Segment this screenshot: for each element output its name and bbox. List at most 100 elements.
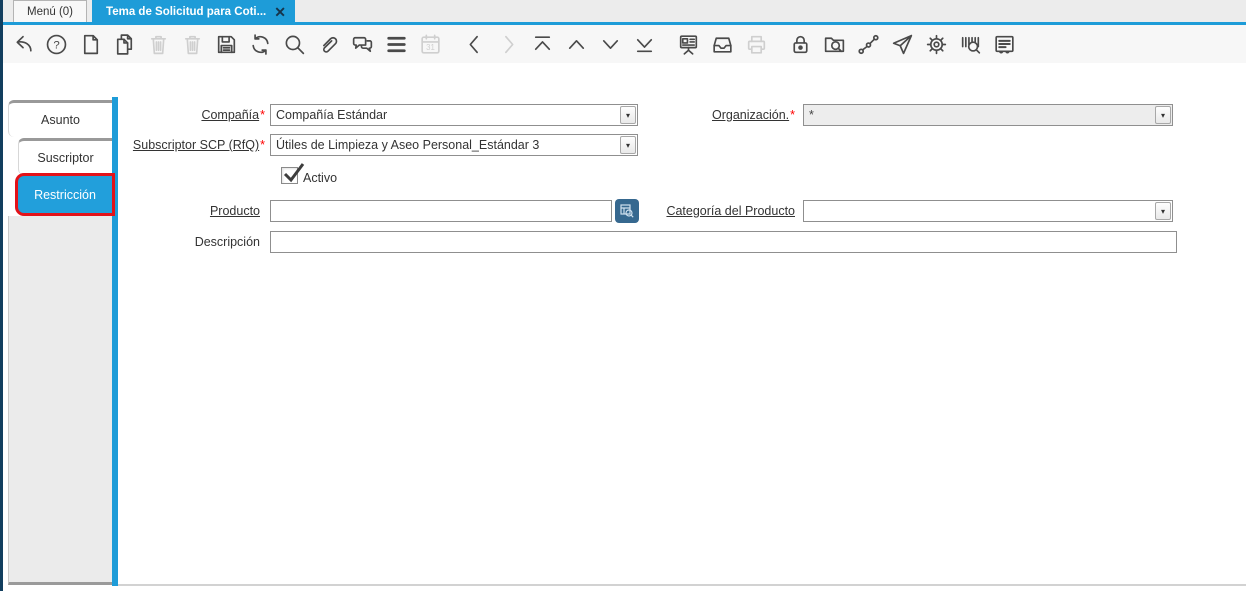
subscriptor-dropdown-arrow-icon[interactable]: ▾ — [620, 136, 636, 154]
refresh-icon — [252, 33, 269, 55]
tab-menu-label: Menú (0) — [27, 5, 74, 18]
delete-selection-icon — [184, 35, 201, 54]
compania-combobox[interactable]: Compañía Estándar ▾ — [270, 104, 638, 126]
svg-text:31: 31 — [426, 43, 435, 52]
attachment-button[interactable] — [316, 32, 341, 57]
grid-toggle-button[interactable] — [384, 32, 409, 57]
print-icon — [747, 35, 766, 54]
delete-selection-button — [180, 32, 205, 57]
previous-button[interactable] — [462, 32, 487, 57]
tab-tema-solicitud-label: Tema de Solicitud para Coti... — [106, 5, 267, 18]
report-button[interactable] — [676, 32, 701, 57]
detail-tab-label: Restricción — [34, 187, 96, 202]
save-icon — [217, 35, 236, 53]
zoom-across-icon — [824, 36, 845, 52]
product-info-button[interactable] — [958, 32, 983, 57]
organizacion-label: Organización.* — [712, 108, 795, 122]
detail-tab-label: Suscriptor — [37, 151, 94, 165]
calendar-button: 31 — [418, 32, 443, 57]
producto-label: Producto — [209, 204, 260, 218]
delete-record-button — [146, 32, 171, 57]
subscriptor-value: Útiles de Limpieza y Aseo Personal_Están… — [276, 138, 540, 152]
up-record-button[interactable] — [564, 32, 589, 57]
next-icon — [505, 35, 514, 53]
find-button[interactable] — [282, 32, 307, 57]
previous-icon — [469, 35, 478, 53]
find-icon — [285, 35, 305, 54]
categoria-combobox[interactable]: ▾ — [803, 200, 1173, 222]
new-record-icon — [83, 34, 99, 54]
last-record-button[interactable] — [632, 32, 657, 57]
compania-value: Compañía Estándar — [276, 108, 388, 122]
workflow-icon — [858, 34, 879, 54]
detail-tab-suscriptor[interactable]: Suscriptor — [18, 138, 112, 175]
undo-button[interactable] — [10, 32, 35, 57]
last-record-icon — [636, 38, 653, 52]
archive-icon — [713, 36, 732, 53]
down-record-button[interactable] — [598, 32, 623, 57]
producto-record-search-button[interactable] — [615, 199, 639, 223]
tab-panel-divider — [112, 97, 118, 586]
grid-toggle-icon — [387, 36, 406, 52]
detail-tab-restriccion[interactable]: Restricción — [18, 176, 112, 213]
workflow-button[interactable] — [856, 32, 881, 57]
note-icon — [995, 35, 1014, 53]
product-info-icon — [961, 36, 981, 54]
refresh-button[interactable] — [248, 32, 273, 57]
zoom-across-button[interactable] — [822, 32, 847, 57]
tab-menu[interactable]: Menú (0) — [13, 0, 88, 22]
chat-button[interactable] — [350, 32, 375, 57]
compania-label: Compañía* — [201, 108, 265, 122]
categoria-value — [804, 201, 1154, 221]
detail-tab-panel-body — [8, 216, 112, 585]
subscriptor-combobox[interactable]: Útiles de Limpieza y Aseo Personal_Están… — [270, 134, 638, 156]
help-button[interactable]: ? — [44, 32, 69, 57]
lock-icon — [793, 35, 808, 53]
copy-record-icon — [116, 33, 133, 55]
lock-button[interactable] — [788, 32, 813, 57]
organizacion-value: * — [809, 108, 814, 122]
attachment-icon — [322, 36, 338, 53]
first-record-button[interactable] — [530, 32, 555, 57]
close-tab-icon[interactable]: ✕ — [274, 5, 286, 19]
send-icon — [892, 34, 913, 54]
window-left-edge — [0, 0, 3, 591]
next-button — [496, 32, 521, 57]
record-search-icon — [620, 204, 634, 218]
save-button[interactable] — [214, 32, 239, 57]
content-bottom-divider — [118, 584, 1246, 586]
required-marker: * — [260, 138, 265, 152]
window-tab-bar: Menú (0) Tema de Solicitud para Coti... … — [0, 0, 1246, 25]
subscriptor-label: Subscriptor SCP (RfQ)* — [132, 138, 265, 152]
activo-checkbox[interactable] — [281, 163, 305, 184]
note-button[interactable] — [992, 32, 1017, 57]
first-record-icon — [534, 35, 551, 50]
detail-tab-label: Asunto — [41, 113, 80, 127]
application-window: Menú (0) Tema de Solicitud para Coti... … — [0, 0, 1246, 591]
checkmark-icon — [283, 163, 305, 183]
required-marker: * — [790, 108, 795, 122]
archive-button[interactable] — [710, 32, 735, 57]
producto-input[interactable] — [270, 200, 612, 222]
categoria-label: Categoría del Producto — [666, 204, 795, 218]
detail-tab-list: Asunto Suscriptor Restricción — [3, 100, 112, 214]
compania-dropdown-arrow-icon[interactable]: ▾ — [620, 106, 636, 124]
toolbar: ? 31 — [3, 25, 1246, 63]
print-button — [744, 32, 769, 57]
new-record-button[interactable] — [78, 32, 103, 57]
detail-tab-asunto[interactable]: Asunto — [8, 100, 112, 137]
tab-tema-solicitud[interactable]: Tema de Solicitud para Coti... ✕ — [92, 0, 295, 22]
preferences-icon — [926, 34, 947, 54]
descripcion-label: Descripción — [194, 235, 260, 249]
report-icon — [679, 34, 698, 55]
organizacion-dropdown-arrow-icon[interactable]: ▾ — [1155, 106, 1171, 124]
preferences-button[interactable] — [924, 32, 949, 57]
send-button[interactable] — [890, 32, 915, 57]
organizacion-combobox[interactable]: * ▾ — [803, 104, 1173, 126]
undo-icon — [16, 35, 32, 52]
categoria-dropdown-arrow-icon[interactable]: ▾ — [1155, 202, 1171, 220]
activo-label: Activo — [303, 171, 338, 185]
copy-record-button[interactable] — [112, 32, 137, 57]
descripcion-input[interactable] — [270, 231, 1177, 253]
down-record-icon — [602, 39, 619, 49]
